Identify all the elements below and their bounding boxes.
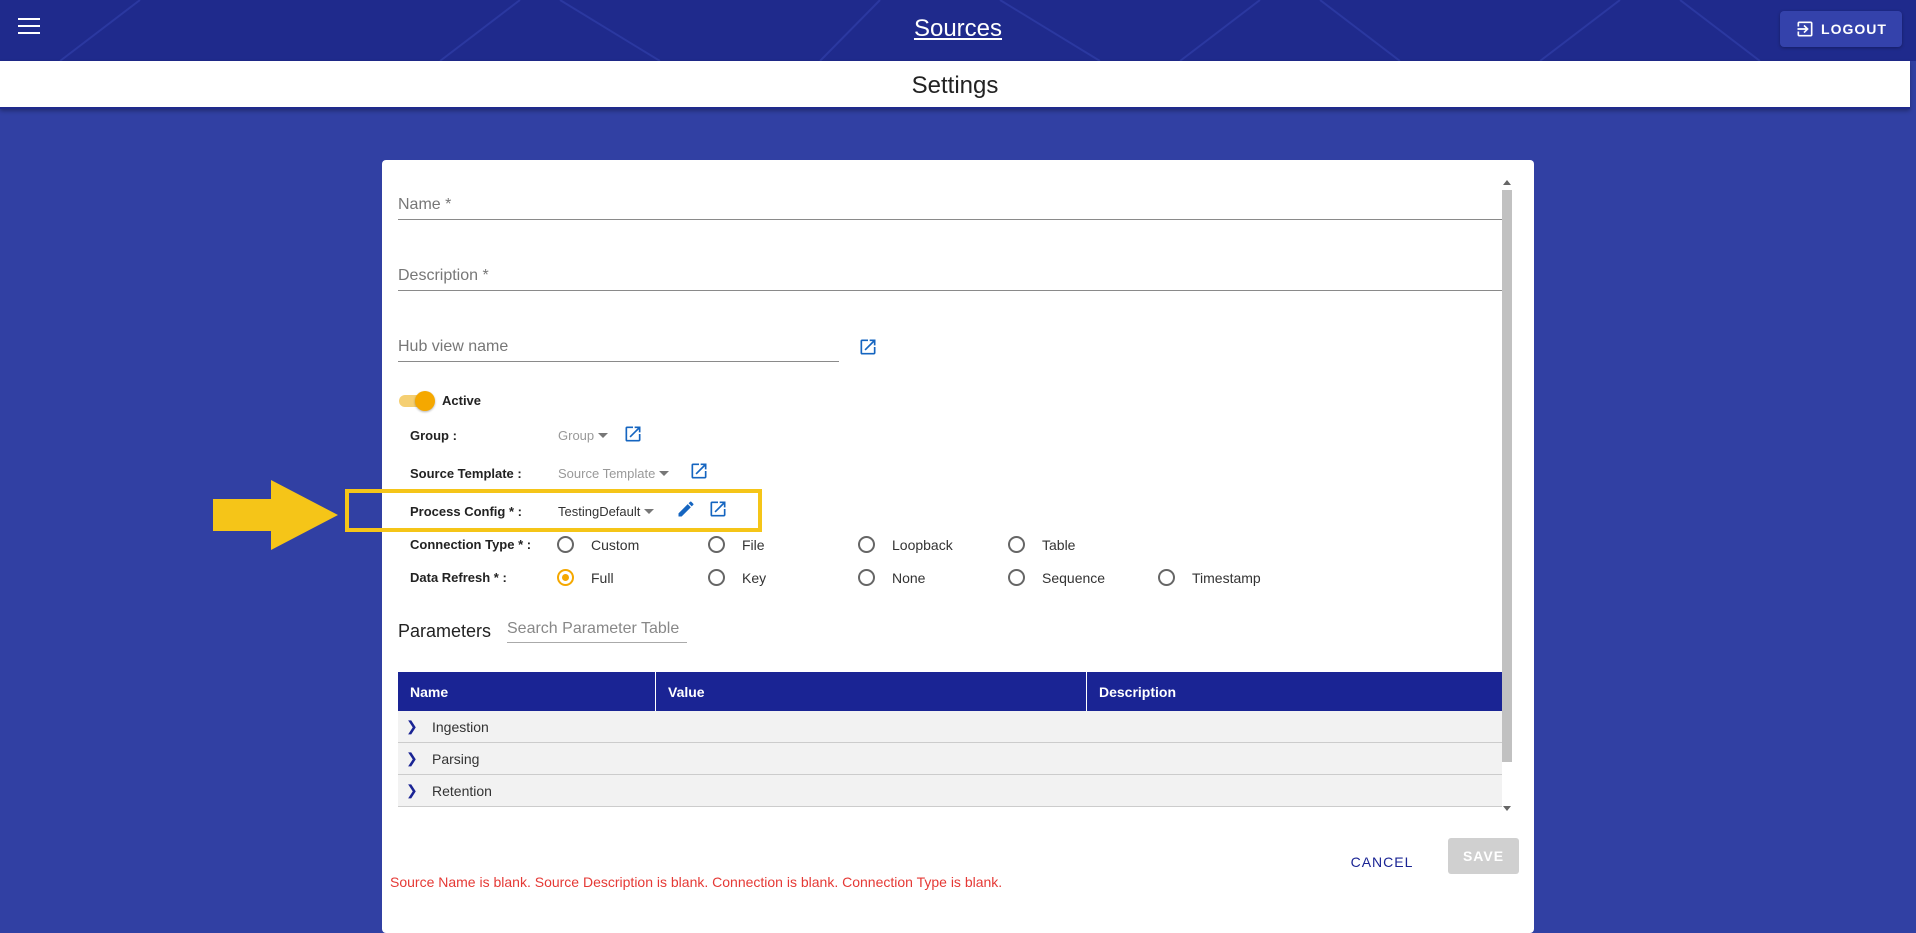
- description-input[interactable]: [398, 267, 1502, 285]
- data-refresh-timestamp-radio[interactable]: Timestamp: [1158, 569, 1261, 586]
- data-refresh-key-radio[interactable]: Key: [708, 569, 766, 586]
- data-refresh-none-radio[interactable]: None: [858, 569, 925, 586]
- group-open-in-new-icon[interactable]: [623, 424, 643, 444]
- name-field[interactable]: [398, 196, 1502, 220]
- radio-label: Timestamp: [1192, 569, 1261, 586]
- annotation-arrow: [213, 480, 338, 550]
- data-refresh-label: Data Refresh * :: [410, 570, 507, 585]
- data-refresh-full-radio[interactable]: Full: [557, 569, 614, 586]
- source-template-select[interactable]: Source Template: [558, 466, 670, 481]
- process-config-select[interactable]: TestingDefault: [558, 504, 655, 519]
- chevron-down-icon: [659, 471, 670, 476]
- chevron-right-icon[interactable]: ❯: [406, 782, 418, 799]
- row-label: Retention: [432, 782, 492, 799]
- radio-label: Full: [591, 569, 614, 586]
- table-row-ingestion[interactable]: ❯ Ingestion: [398, 711, 1502, 743]
- radio-label: Key: [742, 569, 767, 586]
- source-template-select-value: Source Template: [558, 466, 656, 481]
- radio-label: Table: [1042, 536, 1076, 553]
- connection-type-loopback-radio[interactable]: Loopback: [858, 536, 953, 553]
- name-input[interactable]: [398, 196, 1502, 214]
- source-settings-card: Active Group : Group Source Template : S…: [382, 160, 1534, 933]
- parameters-table: Name Value Description ❯ Ingestion ❯ Par…: [398, 672, 1502, 807]
- active-label: Active: [442, 393, 482, 408]
- logout-button[interactable]: LOGOUT: [1780, 11, 1902, 47]
- chevron-right-icon[interactable]: ❯: [406, 750, 418, 767]
- parameter-search-field[interactable]: [507, 620, 687, 643]
- logout-label: LOGOUT: [1821, 21, 1887, 37]
- radio-label: Custom: [591, 536, 640, 553]
- save-button[interactable]: SAVE: [1448, 838, 1519, 874]
- connection-type-file-radio[interactable]: File: [708, 536, 765, 553]
- process-config-open-in-new-icon[interactable]: [708, 499, 728, 519]
- chevron-down-icon: [644, 509, 655, 514]
- process-config-label: Process Config * :: [410, 504, 522, 519]
- scroll-down-icon[interactable]: [1503, 806, 1511, 811]
- process-config-select-value: TestingDefault: [558, 504, 641, 519]
- logout-icon: [1797, 21, 1813, 37]
- data-refresh-sequence-radio[interactable]: Sequence: [1008, 569, 1105, 586]
- validation-error-message: Source Name is blank. Source Description…: [390, 874, 1003, 890]
- table-header: Name Value Description: [398, 672, 1502, 711]
- settings-title-bar: Settings: [0, 61, 1910, 109]
- table-row-parsing[interactable]: ❯ Parsing: [398, 743, 1502, 775]
- parameters-title: Parameters: [398, 621, 492, 641]
- radio-label: File: [742, 536, 765, 553]
- connection-type-table-radio[interactable]: Table: [1008, 536, 1075, 553]
- group-select[interactable]: Group: [558, 428, 609, 443]
- row-label: Ingestion: [432, 718, 489, 735]
- description-field[interactable]: [398, 267, 1502, 291]
- scroll-up-icon[interactable]: [1503, 180, 1511, 185]
- active-toggle[interactable]: [397, 391, 435, 411]
- connection-type-custom-radio[interactable]: Custom: [557, 536, 639, 553]
- app-title[interactable]: Sources: [0, 15, 1916, 43]
- table-row-retention[interactable]: ❯ Retention: [398, 775, 1502, 807]
- open-in-new-icon[interactable]: [858, 337, 878, 357]
- hub-view-name-input[interactable]: [398, 338, 839, 356]
- radio-label: None: [892, 569, 926, 586]
- top-app-bar: Sources LOGOUT: [0, 0, 1916, 61]
- connection-type-label: Connection Type * :: [410, 537, 532, 552]
- group-select-value: Group: [558, 428, 595, 443]
- scrollbar-thumb[interactable]: [1502, 190, 1512, 762]
- page-title: Settings: [911, 72, 999, 99]
- row-label: Parsing: [432, 750, 480, 767]
- radio-label: Loopback: [892, 536, 953, 553]
- radio-label: Sequence: [1042, 569, 1106, 586]
- column-header-name[interactable]: Name: [398, 672, 656, 711]
- column-header-description[interactable]: Description: [1087, 672, 1502, 711]
- chevron-right-icon[interactable]: ❯: [406, 718, 418, 735]
- parameter-search-input[interactable]: [507, 620, 687, 642]
- chevron-down-icon: [598, 433, 609, 438]
- source-template-label: Source Template :: [410, 466, 522, 481]
- hub-view-name-field[interactable]: [398, 338, 839, 362]
- source-template-open-in-new-icon[interactable]: [689, 461, 709, 481]
- cancel-button[interactable]: CANCEL: [1342, 844, 1422, 880]
- group-label: Group :: [410, 428, 457, 443]
- column-header-value[interactable]: Value: [656, 672, 1087, 711]
- vertical-scrollbar[interactable]: [1501, 178, 1513, 813]
- edit-pencil-icon[interactable]: [676, 499, 696, 519]
